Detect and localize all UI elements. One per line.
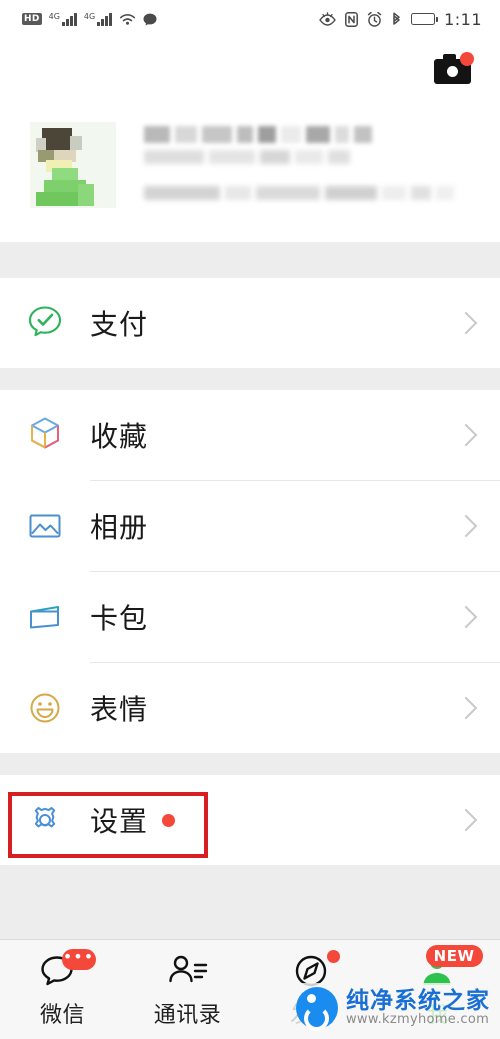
header-bar — [0, 38, 500, 100]
gear-icon — [22, 800, 68, 840]
row-label-settings: 设置 — [90, 800, 458, 840]
row-cards[interactable]: 卡包 — [0, 572, 500, 662]
chat-bubble-icon — [143, 13, 157, 26]
nfc-icon — [345, 11, 359, 27]
signal-bars-1-icon: 4G — [48, 11, 77, 26]
smiley-icon — [22, 688, 68, 728]
wechat-unread-badge: ••• — [61, 947, 96, 970]
discover-notification-badge — [326, 949, 340, 963]
tab-label-wechat: 微信 — [39, 1002, 85, 1028]
alarm-clock-icon — [367, 11, 382, 27]
status-bar: HD 4G 4G 1:11 — [0, 0, 500, 38]
chevron-right-icon — [454, 808, 478, 832]
settings-text: 设置 — [90, 805, 149, 838]
card-icon — [22, 597, 68, 637]
chat-bubble-icon: ••• — [40, 947, 96, 993]
camera-button[interactable] — [434, 52, 474, 86]
eye-comfort-icon — [319, 12, 336, 26]
chevron-right-icon — [454, 514, 478, 538]
settings-notification-badge — [162, 813, 176, 827]
photo-icon — [22, 506, 68, 546]
site-watermark: 纯净系统之家 www.kzmyhome.com — [290, 983, 496, 1033]
wifi-icon — [119, 13, 136, 26]
wechat-me-screen: HD 4G 4G 1:11 支付 收藏 相册 卡包 表情 设置 ••• 微信 通… — [0, 0, 500, 1039]
chevron-right-icon — [454, 311, 478, 335]
row-label-cards: 卡包 — [90, 602, 149, 635]
profile-text — [144, 122, 478, 207]
row-pay[interactable]: 支付 — [0, 278, 500, 368]
profile-card[interactable] — [0, 100, 500, 242]
tab-label-contacts: 通讯录 — [153, 1002, 222, 1028]
row-label-favorites: 收藏 — [90, 420, 149, 453]
status-bar-right: 1:11 — [319, 10, 482, 29]
bluetooth-icon — [391, 11, 402, 27]
tab-wechat[interactable]: ••• 微信 — [0, 940, 125, 1039]
row-album[interactable]: 相册 — [0, 481, 500, 571]
signal-bars-2-icon: 4G — [83, 11, 113, 26]
network-type-label-2: 4G — [83, 11, 96, 21]
watermark-url: www.kzmyhome.com — [346, 1012, 490, 1028]
chevron-right-icon — [454, 696, 478, 720]
network-type-label-1: 4G — [48, 11, 60, 21]
profile-wechat-id-masked — [144, 186, 478, 200]
site-logo-icon — [296, 987, 338, 1031]
avatar[interactable] — [30, 122, 116, 208]
chevron-right-icon — [454, 605, 478, 629]
section-gap-1 — [0, 242, 500, 278]
profile-nickname-masked — [144, 126, 478, 143]
hd-badge: HD — [22, 13, 42, 25]
status-bar-left: HD 4G 4G — [22, 11, 157, 26]
row-label-pay: 支付 — [90, 308, 149, 341]
profile-nickname-masked-2 — [144, 150, 478, 164]
section-gap-2 — [0, 368, 500, 390]
row-favorites[interactable]: 收藏 — [0, 390, 500, 480]
row-settings[interactable]: 设置 — [0, 775, 500, 865]
battery-icon — [411, 13, 439, 25]
tab-contacts[interactable]: 通讯录 — [125, 940, 250, 1039]
status-bar-time: 1:11 — [444, 9, 482, 29]
watermark-title: 纯净系统之家 — [346, 988, 490, 1015]
group-content: 收藏 相册 卡包 表情 — [0, 390, 500, 753]
me-new-badge: NEW — [425, 944, 483, 967]
chevron-right-icon — [454, 423, 478, 447]
camera-notification-badge — [460, 52, 474, 66]
contacts-icon — [165, 951, 211, 993]
cube-icon — [22, 414, 68, 456]
row-label-stickers: 表情 — [90, 693, 149, 726]
group-settings: 设置 — [0, 775, 500, 865]
pay-icon — [22, 302, 68, 344]
section-gap-3 — [0, 753, 500, 775]
group-pay: 支付 — [0, 278, 500, 368]
row-label-album: 相册 — [90, 511, 149, 544]
row-stickers[interactable]: 表情 — [0, 663, 500, 753]
